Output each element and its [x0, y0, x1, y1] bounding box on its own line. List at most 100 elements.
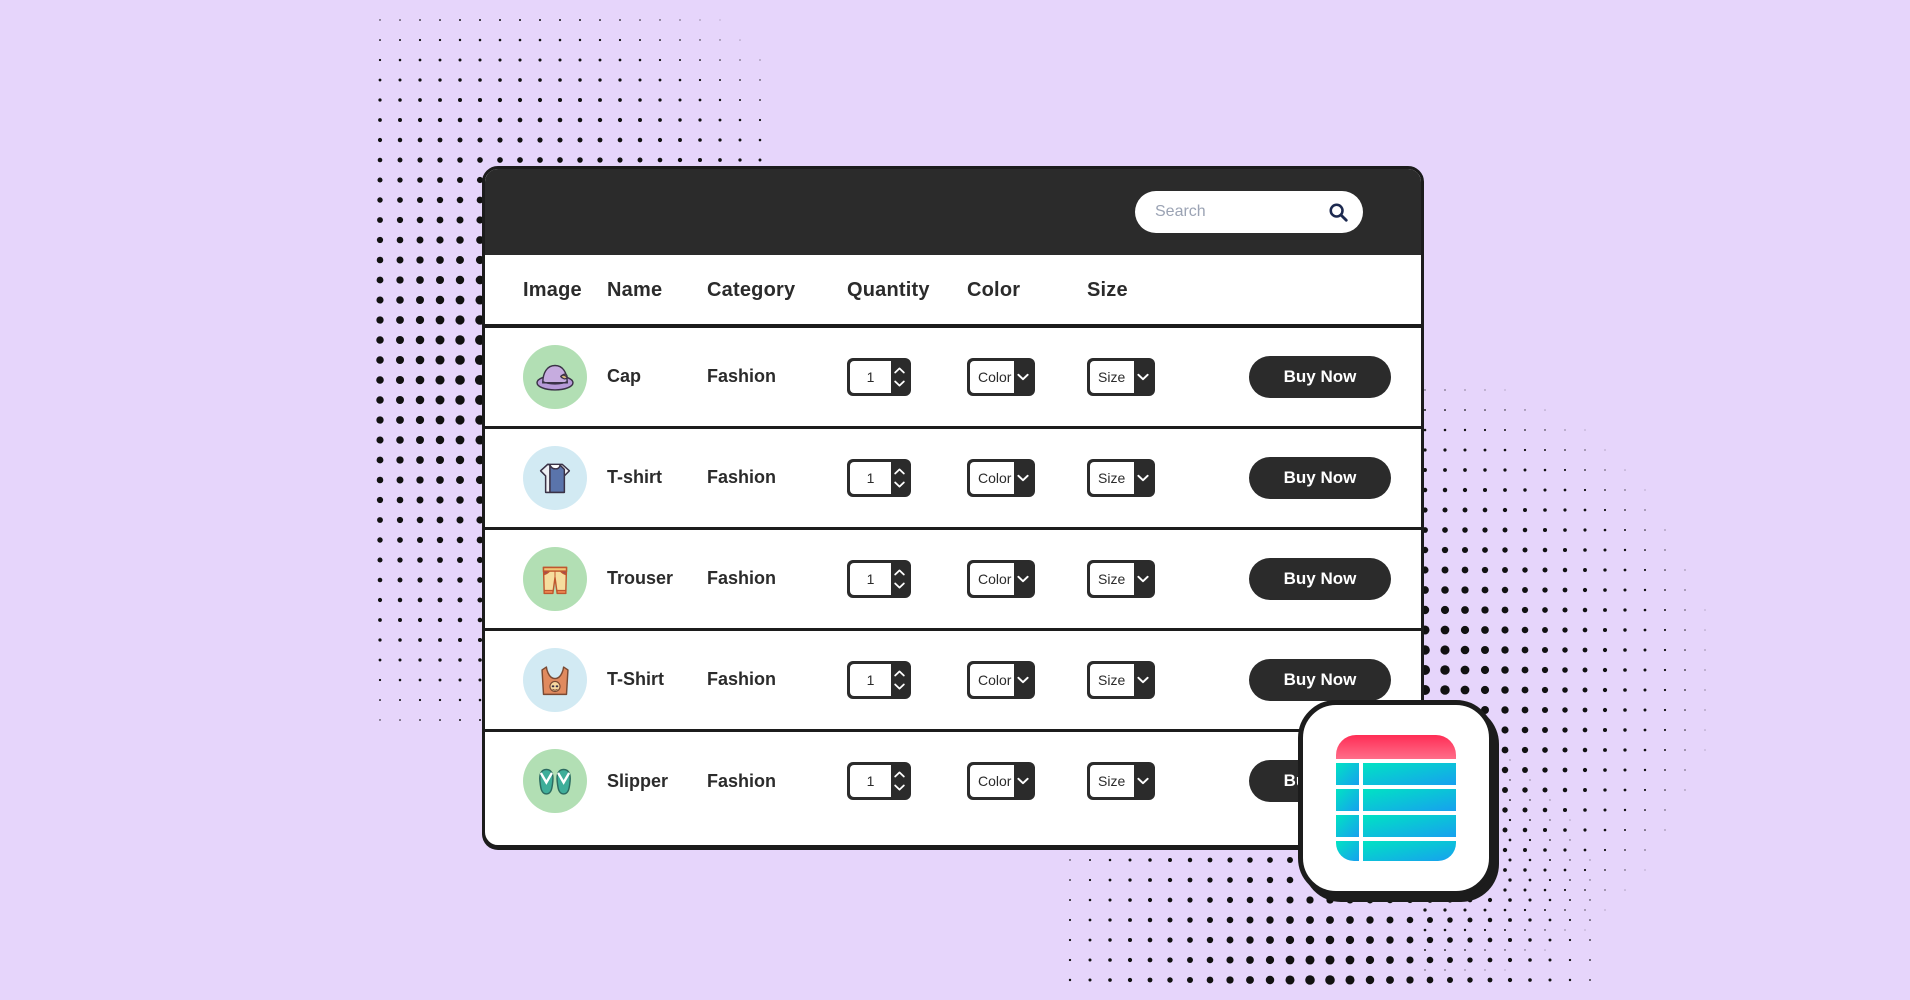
color-select-value[interactable]: Color	[970, 461, 1014, 494]
color-select-value[interactable]: Color	[970, 360, 1014, 393]
column-header-name: Name	[607, 279, 663, 301]
product-category: Fashion	[707, 366, 777, 387]
cell-size: Size	[1087, 629, 1207, 730]
chevron-down-icon[interactable]	[894, 784, 905, 791]
quantity-stepper[interactable]	[847, 458, 911, 497]
table-header-row: Image Name Category Quantity Color Size	[485, 255, 1421, 326]
size-select-value[interactable]: Size	[1090, 765, 1134, 798]
chevron-up-icon[interactable]	[894, 670, 905, 677]
cell-size: Size	[1087, 326, 1207, 427]
table-grid-icon	[1336, 735, 1456, 861]
color-select[interactable]: Color	[967, 357, 1035, 396]
size-select[interactable]: Size	[1087, 357, 1155, 396]
cell-quantity	[847, 427, 967, 528]
table-row: Slipper Fashion 1 Color Size	[485, 730, 1421, 831]
cell-quantity	[847, 528, 967, 629]
quantity-arrows[interactable]	[891, 663, 908, 696]
quantity-stepper[interactable]	[847, 762, 911, 801]
cell-action: Buy Now	[1207, 427, 1421, 528]
color-select-value[interactable]: Color	[970, 765, 1014, 798]
size-select[interactable]: Size	[1087, 660, 1155, 699]
cell-action: Buy Now	[1207, 528, 1421, 629]
cell-category: Fashion	[707, 528, 847, 629]
quantity-arrows[interactable]	[891, 562, 908, 595]
cell-color: Color	[967, 528, 1087, 629]
tshirt-icon	[532, 455, 578, 501]
cell-name: Trouser	[607, 528, 707, 629]
quantity-arrows[interactable]	[891, 461, 908, 494]
product-table-app-window: Image Name Category Quantity Color Size …	[482, 166, 1424, 848]
cell-color: Color	[967, 629, 1087, 730]
product-thumbnail	[523, 647, 587, 712]
quantity-input[interactable]	[850, 663, 891, 696]
table-head: Image Name Category Quantity Color Size	[485, 255, 1421, 326]
chevron-down-icon[interactable]	[1134, 462, 1152, 494]
cell-name: T-Shirt	[607, 629, 707, 730]
quantity-arrows[interactable]	[891, 360, 908, 393]
chevron-down-icon[interactable]	[894, 481, 905, 488]
size-select-value[interactable]: Size	[1090, 461, 1134, 494]
buy-now-button[interactable]: Buy Now	[1249, 456, 1391, 499]
product-thumbnail	[523, 445, 587, 510]
size-select[interactable]: Size	[1087, 762, 1155, 801]
chevron-up-icon[interactable]	[894, 771, 905, 778]
search-input[interactable]	[1155, 203, 1327, 221]
chevron-down-icon[interactable]	[1014, 765, 1032, 797]
color-select[interactable]: Color	[967, 458, 1035, 497]
column-header-category: Category	[707, 279, 796, 301]
search-bar[interactable]	[1135, 191, 1363, 233]
tank-top-icon	[532, 657, 578, 703]
chevron-up-icon[interactable]	[894, 367, 905, 374]
products-table: Image Name Category Quantity Color Size …	[485, 255, 1421, 831]
chevron-down-icon[interactable]	[1014, 462, 1032, 494]
size-select-value[interactable]: Size	[1090, 360, 1134, 393]
chevron-up-icon[interactable]	[894, 569, 905, 576]
quantity-stepper[interactable]	[847, 660, 911, 699]
buy-now-button[interactable]: Buy Now	[1249, 658, 1391, 701]
color-select[interactable]: Color	[967, 559, 1035, 598]
search-icon[interactable]	[1327, 201, 1349, 223]
chevron-down-icon[interactable]	[1134, 765, 1152, 797]
quantity-input[interactable]	[850, 461, 891, 494]
quantity-stepper[interactable]	[847, 559, 911, 598]
cell-color: Color	[967, 326, 1087, 427]
color-select-value[interactable]: Color	[970, 562, 1014, 595]
chevron-down-icon[interactable]	[894, 380, 905, 387]
buy-now-button[interactable]: Buy Now	[1249, 557, 1391, 600]
chevron-down-icon[interactable]	[1134, 664, 1152, 696]
quantity-input[interactable]	[850, 562, 891, 595]
quantity-arrows[interactable]	[891, 765, 908, 798]
size-select[interactable]: Size	[1087, 559, 1155, 598]
chevron-down-icon[interactable]	[1014, 563, 1032, 595]
shorts-icon	[532, 556, 578, 602]
buy-now-button[interactable]: Buy Now	[1249, 355, 1391, 398]
product-name: T-shirt	[607, 467, 663, 487]
size-select-value[interactable]: Size	[1090, 562, 1134, 595]
chevron-down-icon[interactable]	[1134, 361, 1152, 393]
chevron-down-icon[interactable]	[894, 582, 905, 589]
quantity-input[interactable]	[850, 360, 891, 393]
column-header-image: Image	[523, 279, 582, 301]
cell-category: Fashion	[707, 326, 847, 427]
column-header-action	[1207, 255, 1421, 326]
product-category: Fashion	[707, 467, 777, 487]
table-row: Trouser Fashion 1 Color Size Buy Now	[485, 528, 1421, 629]
color-select[interactable]: Color	[967, 762, 1035, 801]
product-category: Fashion	[707, 770, 777, 791]
column-header-size: Size	[1087, 279, 1128, 301]
chevron-down-icon[interactable]	[1134, 563, 1152, 595]
quantity-stepper[interactable]	[847, 357, 911, 396]
size-select[interactable]: Size	[1087, 458, 1155, 497]
color-select[interactable]: Color	[967, 660, 1035, 699]
cell-image	[485, 629, 607, 730]
product-category: Fashion	[707, 568, 777, 588]
cell-name: Cap	[607, 326, 707, 427]
quantity-input[interactable]	[850, 765, 891, 798]
chevron-down-icon[interactable]	[1014, 664, 1032, 696]
size-select-value[interactable]: Size	[1090, 663, 1134, 696]
color-select-value[interactable]: Color	[970, 663, 1014, 696]
chevron-down-icon[interactable]	[1014, 361, 1032, 393]
floating-app-icon-card[interactable]	[1298, 700, 1494, 896]
chevron-up-icon[interactable]	[894, 468, 905, 475]
chevron-down-icon[interactable]	[894, 683, 905, 690]
